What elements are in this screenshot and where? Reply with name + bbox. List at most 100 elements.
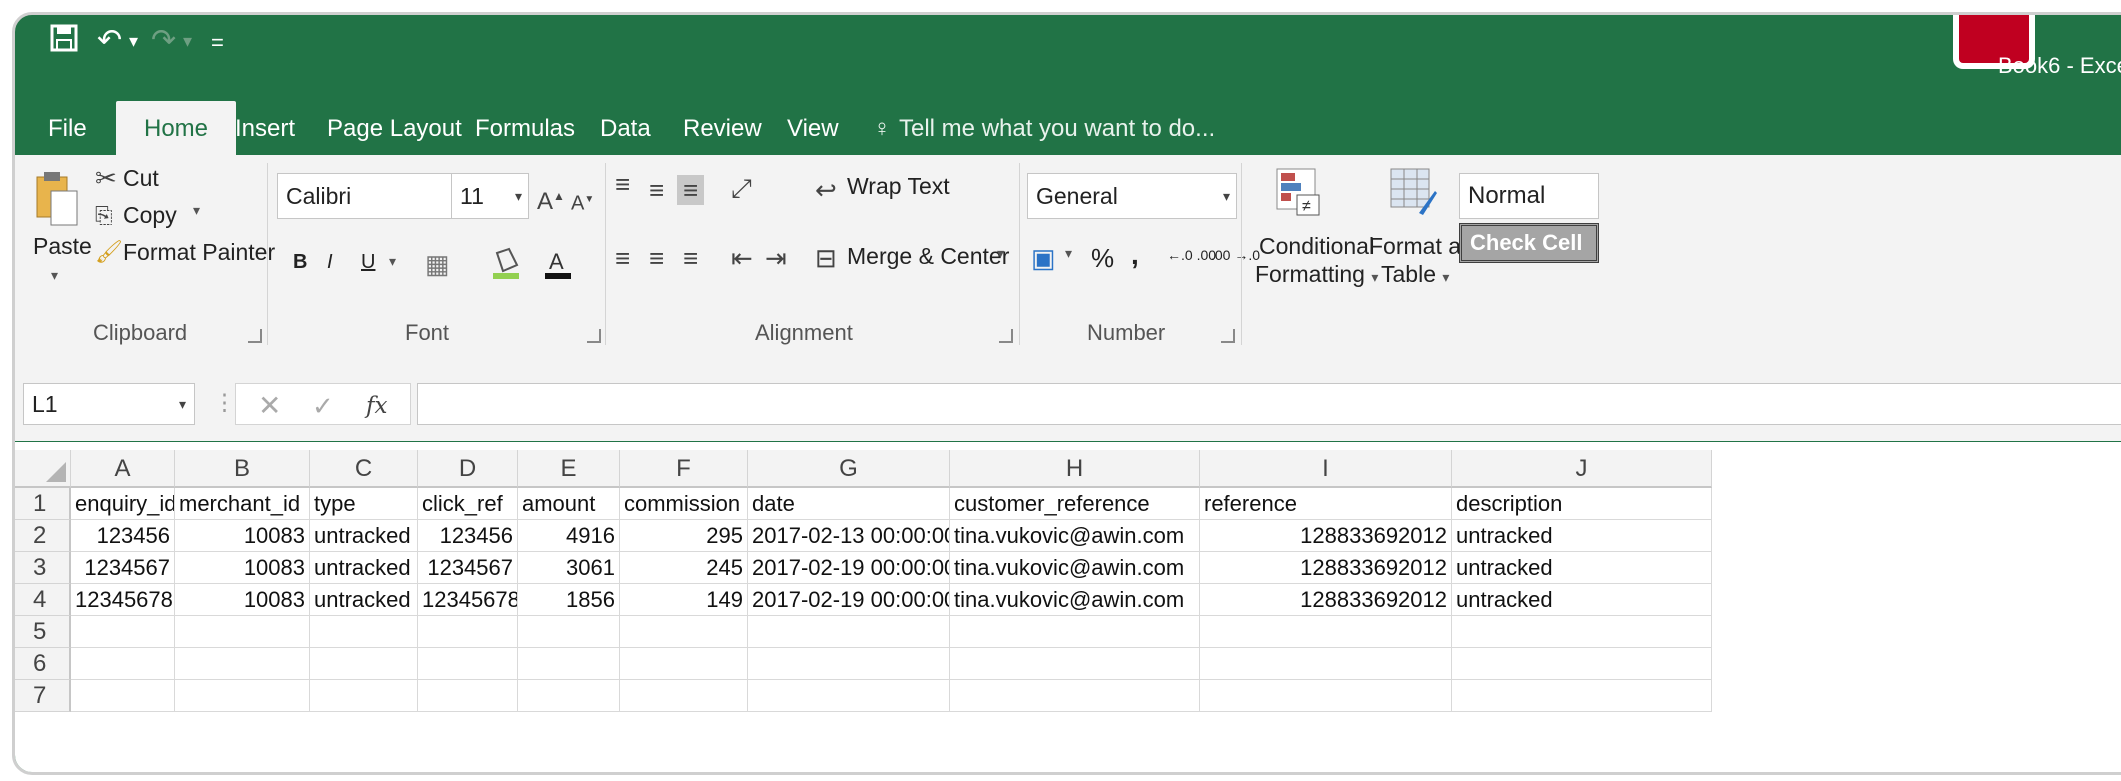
- cell-e2[interactable]: 4916: [518, 520, 620, 552]
- alignment-launcher-icon[interactable]: [999, 329, 1013, 343]
- cell-g6[interactable]: [748, 648, 950, 680]
- cell-i2[interactable]: 128833692012: [1200, 520, 1452, 552]
- conditional-formatting-button[interactable]: Conditional: [1259, 233, 1374, 260]
- cell-d5[interactable]: [418, 616, 518, 648]
- paste-dropdown-icon[interactable]: ▾: [51, 267, 58, 284]
- cell-j1[interactable]: description: [1452, 488, 1712, 520]
- cell-a3[interactable]: 1234567: [71, 552, 175, 584]
- row-header[interactable]: 7: [15, 680, 71, 712]
- font-launcher-icon[interactable]: [587, 329, 601, 343]
- cell-i7[interactable]: [1200, 680, 1452, 712]
- decrease-decimal-button[interactable]: .00 →.0: [1211, 247, 1260, 263]
- enter-icon[interactable]: ✓: [312, 384, 334, 428]
- accounting-format-icon[interactable]: ▣: [1031, 243, 1056, 273]
- paste-icon[interactable]: [35, 171, 81, 229]
- align-center-icon[interactable]: ≡: [649, 243, 664, 273]
- number-format-select[interactable]: General ▾: [1027, 173, 1237, 219]
- comma-style-button[interactable]: ,: [1131, 239, 1139, 271]
- cell-a2[interactable]: 123456: [71, 520, 175, 552]
- name-box[interactable]: L1 ▾: [23, 383, 195, 425]
- cell-c6[interactable]: [310, 648, 418, 680]
- cell-i5[interactable]: [1200, 616, 1452, 648]
- style-check-cell[interactable]: Check Cell: [1459, 223, 1599, 263]
- cell-f3[interactable]: 245: [620, 552, 748, 584]
- cell-c2[interactable]: untracked: [310, 520, 418, 552]
- percent-style-button[interactable]: %: [1091, 243, 1114, 274]
- column-header-d[interactable]: D: [418, 450, 518, 488]
- column-header-b[interactable]: B: [175, 450, 310, 488]
- cell-c7[interactable]: [310, 680, 418, 712]
- cell-b7[interactable]: [175, 680, 310, 712]
- cell-g4[interactable]: 2017-02-19 00:00:00: [748, 584, 950, 616]
- cell-d6[interactable]: [418, 648, 518, 680]
- paste-button[interactable]: Paste: [33, 233, 92, 260]
- underline-dropdown-icon[interactable]: ▾: [389, 253, 396, 270]
- row-header[interactable]: 4: [15, 584, 71, 616]
- cell-c3[interactable]: untracked: [310, 552, 418, 584]
- row-header[interactable]: 2: [15, 520, 71, 552]
- cell-a1[interactable]: enquiry_id: [71, 488, 175, 520]
- decrease-indent-icon[interactable]: ⇤: [731, 243, 753, 273]
- cell-b1[interactable]: merchant_id: [175, 488, 310, 520]
- cell-h4[interactable]: tina.vukovic@awin.com: [950, 584, 1200, 616]
- cell-b5[interactable]: [175, 616, 310, 648]
- row-header[interactable]: 3: [15, 552, 71, 584]
- align-bottom-icon[interactable]: ≡: [677, 175, 705, 205]
- cell-e5[interactable]: [518, 616, 620, 648]
- cell-h5[interactable]: [950, 616, 1200, 648]
- cell-g3[interactable]: 2017-02-19 00:00:00: [748, 552, 950, 584]
- cell-a4[interactable]: 12345678: [71, 584, 175, 616]
- cell-j3[interactable]: untracked: [1452, 552, 1712, 584]
- cell-f2[interactable]: 295: [620, 520, 748, 552]
- cell-c4[interactable]: untracked: [310, 584, 418, 616]
- insert-function-icon[interactable]: fx: [366, 384, 387, 428]
- cell-h7[interactable]: [950, 680, 1200, 712]
- align-right-icon[interactable]: ≡: [683, 243, 698, 273]
- column-header-f[interactable]: F: [620, 450, 748, 488]
- cell-h2[interactable]: tina.vukovic@awin.com: [950, 520, 1200, 552]
- number-launcher-icon[interactable]: [1221, 329, 1235, 343]
- cell-j7[interactable]: [1452, 680, 1712, 712]
- cell-i1[interactable]: reference: [1200, 488, 1452, 520]
- merge-dropdown-icon[interactable]: ▾: [997, 245, 1004, 262]
- cell-d7[interactable]: [418, 680, 518, 712]
- cut-button[interactable]: Cut: [123, 165, 159, 192]
- cell-h1[interactable]: customer_reference: [950, 488, 1200, 520]
- redo-icon[interactable]: ↷: [151, 21, 176, 61]
- cell-b2[interactable]: 10083: [175, 520, 310, 552]
- cell-d3[interactable]: 1234567: [418, 552, 518, 584]
- column-header-j[interactable]: J: [1452, 450, 1712, 488]
- column-header-h[interactable]: H: [950, 450, 1200, 488]
- cell-f4[interactable]: 149: [620, 584, 748, 616]
- cancel-icon[interactable]: ✕: [258, 384, 281, 428]
- column-header-c[interactable]: C: [310, 450, 418, 488]
- cell-e7[interactable]: [518, 680, 620, 712]
- cell-a6[interactable]: [71, 648, 175, 680]
- format-painter-button[interactable]: Format Painter: [123, 239, 275, 266]
- save-icon[interactable]: [49, 23, 79, 64]
- align-top-icon[interactable]: ≡: [615, 169, 630, 199]
- underline-button[interactable]: U: [361, 251, 375, 274]
- accounting-dropdown-icon[interactable]: ▾: [1065, 245, 1072, 262]
- cell-b4[interactable]: 10083: [175, 584, 310, 616]
- undo-dropdown-icon[interactable]: ▾: [129, 21, 138, 61]
- cell-e6[interactable]: [518, 648, 620, 680]
- cell-j4[interactable]: untracked: [1452, 584, 1712, 616]
- cell-a7[interactable]: [71, 680, 175, 712]
- align-middle-icon[interactable]: ≡: [649, 175, 664, 205]
- cell-c5[interactable]: [310, 616, 418, 648]
- undo-icon[interactable]: ↶: [97, 21, 122, 61]
- row-header[interactable]: 6: [15, 648, 71, 680]
- cell-j2[interactable]: untracked: [1452, 520, 1712, 552]
- tab-review[interactable]: Review: [683, 101, 762, 155]
- increase-font-size-icon[interactable]: A▲: [537, 181, 565, 217]
- italic-button[interactable]: I: [327, 251, 333, 274]
- cell-g5[interactable]: [748, 616, 950, 648]
- column-header-i[interactable]: I: [1200, 450, 1452, 488]
- conditional-formatting-button-line2[interactable]: Formatting ▾: [1255, 261, 1378, 288]
- tab-data[interactable]: Data: [600, 101, 651, 155]
- increase-decimal-button[interactable]: ←.0 .00: [1167, 247, 1216, 263]
- cell-h3[interactable]: tina.vukovic@awin.com: [950, 552, 1200, 584]
- borders-icon[interactable]: ▦: [425, 249, 450, 279]
- font-size-select[interactable]: 11 ▾: [451, 173, 529, 219]
